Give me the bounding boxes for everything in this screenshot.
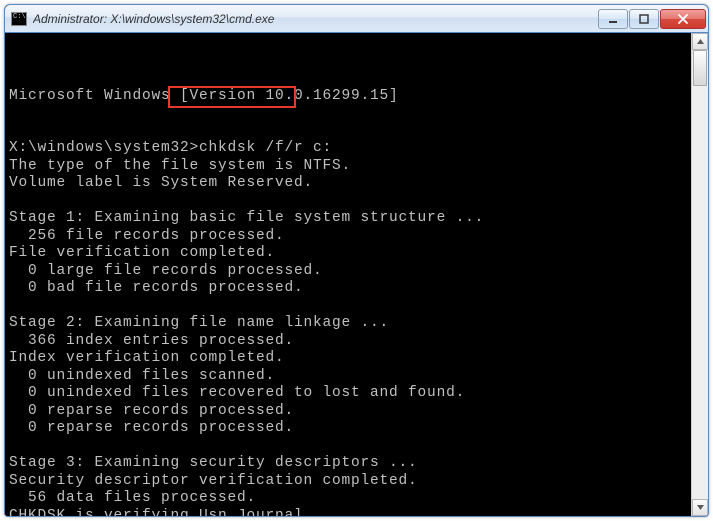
terminal-line: Stage 1: Examining basic file system str… bbox=[9, 210, 687, 228]
terminal-line: Index verification completed. bbox=[9, 350, 687, 368]
vertical-scrollbar[interactable] bbox=[691, 33, 708, 516]
scroll-down-button[interactable] bbox=[692, 499, 708, 516]
terminal-line: Volume label is System Reserved. bbox=[9, 175, 687, 193]
scroll-up-button[interactable] bbox=[692, 33, 708, 50]
client-area: Microsoft Windows [Version 10.0.16299.15… bbox=[5, 33, 708, 516]
terminal-line: 0 unindexed files recovered to lost and … bbox=[9, 385, 687, 403]
minimize-button[interactable] bbox=[598, 9, 628, 29]
terminal-line: 0 bad file records processed. bbox=[9, 280, 687, 298]
terminal-line: 256 file records processed. bbox=[9, 228, 687, 246]
terminal-line: File verification completed. bbox=[9, 245, 687, 263]
terminal-line bbox=[9, 105, 687, 123]
terminal-output[interactable]: Microsoft Windows [Version 10.0.16299.15… bbox=[5, 33, 691, 516]
window-title: Administrator: X:\windows\system32\cmd.e… bbox=[33, 12, 598, 26]
terminal-line: The type of the file system is NTFS. bbox=[9, 158, 687, 176]
titlebar[interactable]: Administrator: X:\windows\system32\cmd.e… bbox=[5, 5, 708, 33]
scrollbar-thumb[interactable] bbox=[693, 50, 707, 86]
terminal-line: 56 data files processed. bbox=[9, 490, 687, 508]
maximize-button[interactable] bbox=[629, 9, 659, 29]
terminal-line: X:\windows\system32>chkdsk /f/r c: bbox=[9, 140, 687, 158]
terminal-line: 0 unindexed files scanned. bbox=[9, 368, 687, 386]
scrollbar-track[interactable] bbox=[692, 50, 708, 499]
terminal-line bbox=[9, 123, 687, 141]
terminal-line: Stage 3: Examining security descriptors … bbox=[9, 455, 687, 473]
terminal-line: 366 index entries processed. bbox=[9, 333, 687, 351]
terminal-line: 0 reparse records processed. bbox=[9, 403, 687, 421]
terminal-line bbox=[9, 298, 687, 316]
terminal-line: 0 large file records processed. bbox=[9, 263, 687, 281]
terminal-line: Stage 2: Examining file name linkage ... bbox=[9, 315, 687, 333]
terminal-line bbox=[9, 438, 687, 456]
close-button[interactable] bbox=[660, 9, 706, 29]
cmd-icon bbox=[11, 12, 27, 26]
cmd-window: Administrator: X:\windows\system32\cmd.e… bbox=[4, 4, 709, 517]
terminal-line: Microsoft Windows [Version 10.0.16299.15… bbox=[9, 88, 687, 106]
window-controls bbox=[598, 9, 706, 29]
terminal-line: Security descriptor verification complet… bbox=[9, 473, 687, 491]
terminal-line: 0 reparse records processed. bbox=[9, 420, 687, 438]
terminal-line bbox=[9, 193, 687, 211]
terminal-line: CHKDSK is verifying Usn Journal... bbox=[9, 508, 687, 517]
